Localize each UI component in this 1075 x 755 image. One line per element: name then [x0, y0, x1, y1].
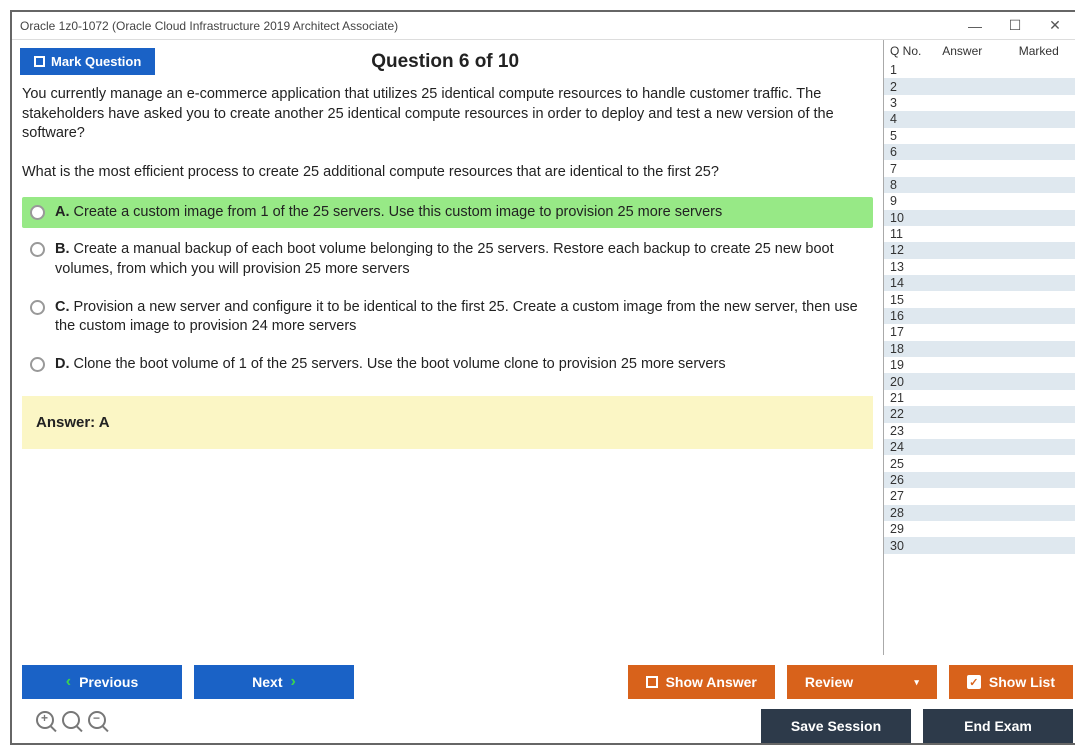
list-row[interactable]: 15: [884, 291, 1075, 307]
list-row[interactable]: 26: [884, 472, 1075, 488]
list-header: Q No. Answer Marked: [884, 40, 1075, 62]
minimize-button[interactable]: —: [955, 18, 995, 34]
next-button[interactable]: Next ›: [194, 665, 354, 699]
list-row[interactable]: 3: [884, 95, 1075, 111]
list-row[interactable]: 16: [884, 308, 1075, 324]
list-row[interactable]: 12: [884, 242, 1075, 258]
list-row[interactable]: 20: [884, 373, 1075, 389]
checkbox-icon: [646, 676, 658, 688]
list-row[interactable]: 25: [884, 455, 1075, 471]
end-exam-button[interactable]: End Exam: [923, 709, 1073, 743]
question-list-panel: Q No. Answer Marked 12345678910111213141…: [883, 40, 1075, 655]
zoom-controls: [22, 709, 120, 743]
main-pane: Mark Question Question 6 of 10 You curre…: [12, 40, 883, 655]
option-b[interactable]: B. Create a manual backup of each boot v…: [22, 234, 873, 285]
title-bar: Oracle 1z0-1072 (Oracle Cloud Infrastruc…: [12, 12, 1075, 40]
list-rows[interactable]: 1234567891011121314151617181920212223242…: [884, 62, 1075, 655]
list-row[interactable]: 27: [884, 488, 1075, 504]
option-text: C. Provision a new server and configure …: [55, 298, 865, 337]
list-row[interactable]: 14: [884, 275, 1075, 291]
window-title: Oracle 1z0-1072 (Oracle Cloud Infrastruc…: [20, 19, 398, 33]
radio-icon[interactable]: [30, 205, 45, 220]
radio-icon[interactable]: [30, 300, 45, 315]
chevron-left-icon: ‹: [66, 673, 71, 691]
review-dropdown[interactable]: Review ▾: [787, 665, 937, 699]
list-row[interactable]: 8: [884, 177, 1075, 193]
radio-icon[interactable]: [30, 357, 45, 372]
list-row[interactable]: 18: [884, 341, 1075, 357]
zoom-out-icon[interactable]: [88, 711, 106, 735]
list-row[interactable]: 4: [884, 111, 1075, 127]
option-c[interactable]: C. Provision a new server and configure …: [22, 292, 873, 343]
question-heading: Question 6 of 10: [155, 51, 735, 73]
col-marked: Marked: [1001, 44, 1075, 58]
list-row[interactable]: 23: [884, 423, 1075, 439]
option-d[interactable]: D. Clone the boot volume of 1 of the 25 …: [22, 349, 873, 381]
app-window: Oracle 1z0-1072 (Oracle Cloud Infrastruc…: [10, 10, 1075, 745]
list-row[interactable]: 7: [884, 160, 1075, 176]
question-text: You currently manage an e-commerce appli…: [22, 85, 873, 183]
list-row[interactable]: 19: [884, 357, 1075, 373]
list-row[interactable]: 13: [884, 259, 1075, 275]
list-row[interactable]: 11: [884, 226, 1075, 242]
list-row[interactable]: 5: [884, 128, 1075, 144]
option-a[interactable]: A. Create a custom image from 1 of the 2…: [22, 197, 873, 229]
footer-bar: ‹ Previous Next › Show Answer Review ▾ ✓…: [12, 655, 1075, 709]
chevron-down-icon: ▾: [914, 677, 919, 688]
list-row[interactable]: 21: [884, 390, 1075, 406]
options-list: A. Create a custom image from 1 of the 2…: [22, 197, 873, 386]
show-list-button[interactable]: ✓ Show List: [949, 665, 1073, 699]
col-qno: Q No.: [890, 44, 924, 58]
list-row[interactable]: 24: [884, 439, 1075, 455]
list-row[interactable]: 10: [884, 210, 1075, 226]
option-text: B. Create a manual backup of each boot v…: [55, 240, 865, 279]
list-row[interactable]: 9: [884, 193, 1075, 209]
col-answer: Answer: [924, 44, 1001, 58]
zoom-reset-icon[interactable]: [62, 711, 80, 735]
option-text: A. Create a custom image from 1 of the 2…: [55, 203, 722, 223]
list-row[interactable]: 30: [884, 537, 1075, 553]
close-button[interactable]: ✕: [1035, 17, 1075, 34]
list-row[interactable]: 6: [884, 144, 1075, 160]
mark-question-label: Mark Question: [51, 54, 141, 69]
list-row[interactable]: 22: [884, 406, 1075, 422]
save-session-button[interactable]: Save Session: [761, 709, 911, 743]
option-text: D. Clone the boot volume of 1 of the 25 …: [55, 355, 726, 375]
list-row[interactable]: 1: [884, 62, 1075, 78]
checkbox-icon: [34, 56, 45, 67]
previous-button[interactable]: ‹ Previous: [22, 665, 182, 699]
chevron-right-icon: ›: [291, 673, 296, 691]
list-row[interactable]: 2: [884, 78, 1075, 94]
list-row[interactable]: 28: [884, 505, 1075, 521]
zoom-in-icon[interactable]: [36, 711, 54, 735]
list-row[interactable]: 29: [884, 521, 1075, 537]
mark-question-button[interactable]: Mark Question: [20, 48, 155, 75]
content-area: Mark Question Question 6 of 10 You curre…: [12, 40, 1075, 743]
list-row[interactable]: 17: [884, 324, 1075, 340]
answer-box: Answer: A: [22, 396, 873, 449]
radio-icon[interactable]: [30, 242, 45, 257]
check-icon: ✓: [967, 675, 981, 689]
maximize-button[interactable]: ☐: [995, 17, 1035, 34]
show-answer-button[interactable]: Show Answer: [628, 665, 775, 699]
